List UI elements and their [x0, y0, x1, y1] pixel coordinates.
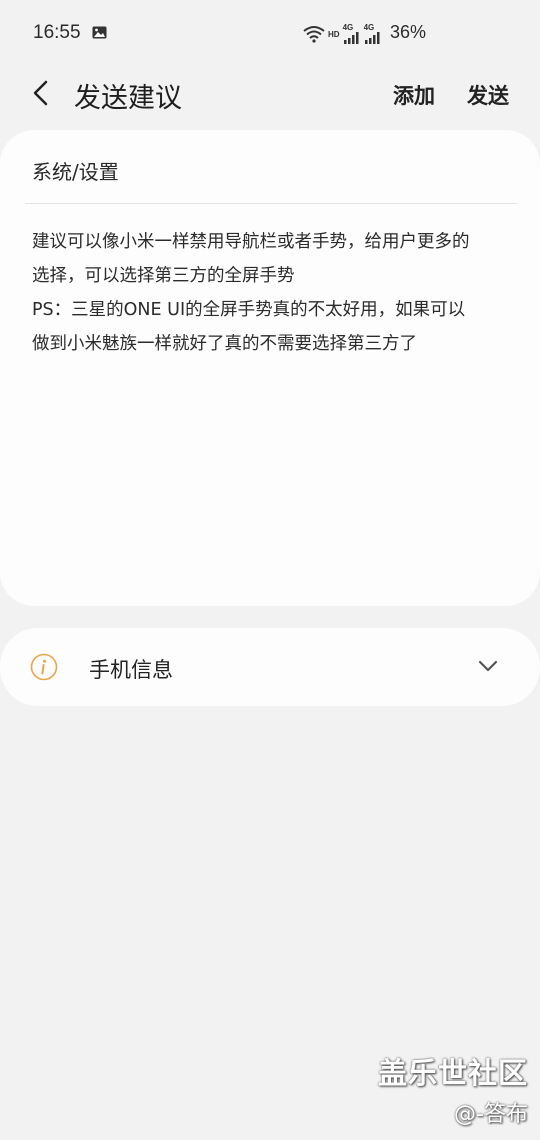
watermark-author: @-答布 [454, 1102, 528, 1127]
signal-icon [343, 32, 359, 44]
network-type-1: 4G [342, 23, 354, 32]
info-icon [30, 653, 58, 681]
hd-tag: HD [328, 29, 340, 39]
network-type-2: 4G [363, 23, 375, 32]
app-header: 发送建议 添加 发送 [0, 68, 540, 122]
feedback-text-area[interactable]: 建议可以像小米一样禁用导航栏或者手势，给用户更多的 选择，可以选择第三方的全屏手… [32, 225, 522, 361]
status-time: 16:55 [33, 22, 81, 43]
send-button[interactable]: 发送 [467, 80, 509, 110]
signal-icon [364, 32, 380, 44]
feedback-card: 系统/设置 建议可以像小米一样禁用导航栏或者手势，给用户更多的 选择，可以选择第… [0, 130, 540, 606]
add-button[interactable]: 添加 [393, 80, 435, 110]
chevron-down-icon[interactable] [476, 658, 500, 674]
phone-info-row[interactable]: 手机信息 [0, 628, 540, 706]
watermark-title: 盖乐世社区 [377, 1056, 528, 1090]
image-icon [92, 26, 107, 39]
divider [25, 203, 517, 204]
status-indicators: HD 4G 4G [303, 22, 382, 46]
watermark: 盖乐世社区 @-答布 [378, 1050, 528, 1128]
back-arrow-icon[interactable] [30, 80, 52, 106]
feedback-line: 建议可以像小米一样禁用导航栏或者手势，给用户更多的 [32, 232, 470, 252]
wifi-icon [303, 26, 325, 43]
category-selector[interactable]: 系统/设置 [32, 156, 119, 185]
feedback-line: 选择，可以选择第三方的全屏手势 [32, 266, 295, 286]
battery-level: 36% [390, 22, 427, 42]
feedback-line: PS：三星的ONE UI的全屏手势真的不太好用，如果可以 [32, 300, 466, 320]
phone-info-label: 手机信息 [89, 658, 173, 682]
page-title: 发送建议 [74, 83, 182, 114]
status-bar: 16:55 HD 4G 4G 36% [0, 0, 540, 68]
feedback-line: 做到小米魅族一样就好了真的不需要选择第三方了 [32, 334, 417, 354]
